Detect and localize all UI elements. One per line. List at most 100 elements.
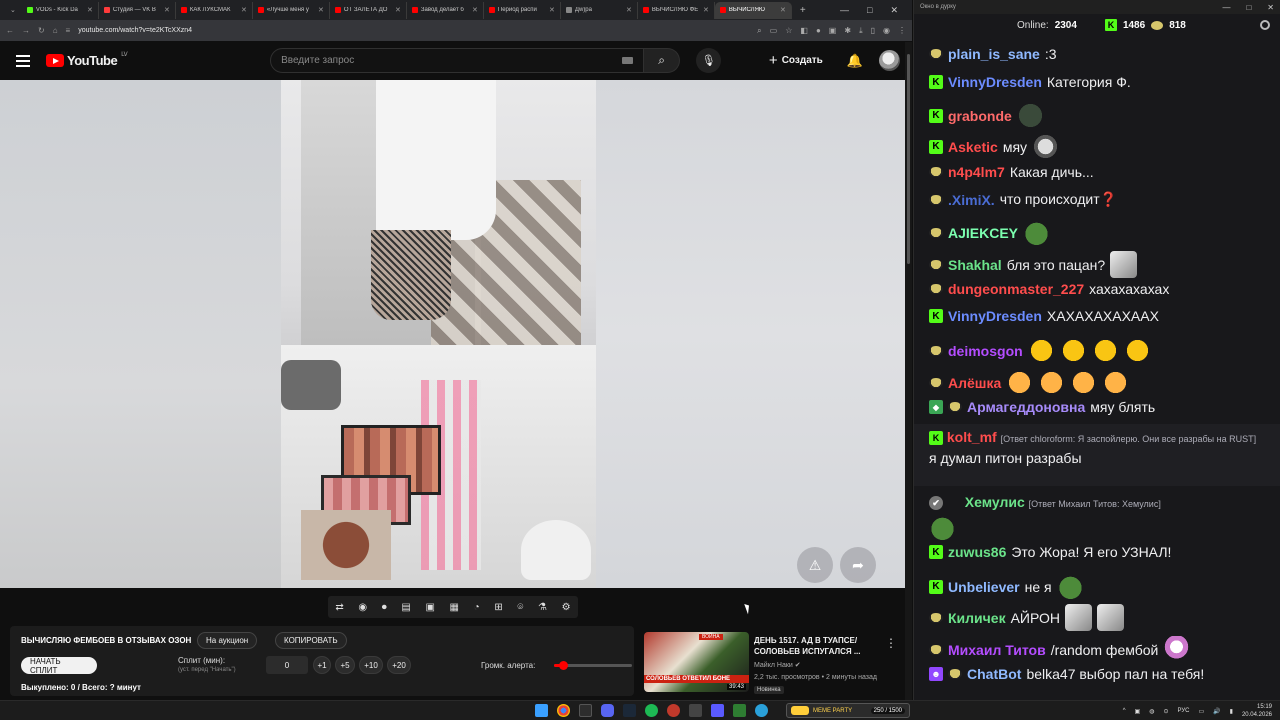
split-minutes-input[interactable]: 0 [266, 656, 308, 674]
chat-message[interactable]: Kgrabonde [929, 102, 1044, 129]
discord-icon[interactable] [601, 704, 614, 717]
browser-tab[interactable]: КАК ЛУКСМАК ✕ [176, 1, 253, 19]
add-20-button[interactable]: +20 [387, 656, 411, 674]
site-info-icon[interactable]: ≡ [66, 26, 71, 35]
chat-close-icon[interactable]: ✕ [1267, 3, 1274, 12]
recommended-video[interactable]: ВОЙНА СОЛОВЬЕВ ОТВЕТИЛ БОНЕ 39:43 ДЕНЬ 1… [644, 632, 912, 696]
share-button[interactable]: ➦ [840, 547, 876, 583]
puzzle-icon[interactable]: ✱ [844, 26, 851, 36]
chat-username[interactable]: .XimiX. [948, 192, 995, 208]
profile-icon[interactable]: ◉ [883, 26, 890, 36]
browser-tab[interactable]: Завод делает б ✕ [407, 1, 484, 19]
tab-close-icon[interactable]: ✕ [241, 6, 247, 14]
video-player[interactable]: ⚠ ➦ [0, 80, 905, 588]
chat-maximize-icon[interactable]: □ [1246, 3, 1251, 12]
extension-icon-2[interactable]: ● [816, 26, 821, 36]
chat-message[interactable]: Киличек АЙРОН [929, 604, 1125, 631]
chat-message[interactable]: K VinnyDresden ХАХАХАХАХААХ [929, 308, 1159, 324]
browser-tab[interactable]: «Лучше меня у ✕ [253, 1, 330, 19]
tab-close-icon[interactable]: ✕ [703, 6, 709, 14]
browser-tab[interactable]: ОТ ЗАЛЕТА ДО ✕ [330, 1, 407, 19]
volume-knob[interactable] [559, 661, 569, 670]
chat-username[interactable]: grabonde [948, 108, 1012, 124]
add-10-button[interactable]: +10 [359, 656, 383, 674]
chat-username[interactable]: deimosgon [948, 343, 1023, 359]
url-field[interactable]: youtube.com/watch?v=te2KTcXXzn4 [78, 27, 749, 34]
chat-username[interactable]: Алёшка [948, 375, 1001, 391]
browser-tab[interactable]: Студия — VK B ✕ [99, 1, 176, 19]
tab-close-icon[interactable]: ✕ [626, 6, 632, 14]
chat-settings-gear-icon[interactable] [1260, 20, 1270, 30]
chat-username[interactable]: kolt_mf [947, 429, 997, 445]
pip-icon[interactable]: ▣ [425, 602, 434, 613]
video-thumbnail[interactable]: ВОЙНА СОЛОВЬЕВ ОТВЕТИЛ БОНЕ 39:43 [644, 632, 749, 692]
video-title[interactable]: ДЕНЬ 1517. АД В ТУАПСЕ/ СОЛОВЬЕВ ИСПУГАЛ… [754, 635, 880, 657]
back-icon[interactable]: ← [6, 26, 14, 35]
input-language[interactable]: РУС [1177, 708, 1189, 714]
chat-username[interactable]: Хемулис [965, 494, 1025, 510]
chat-message[interactable]: Kzuwus86 Это Жора! Я его УЗНАЛ! [929, 544, 1171, 560]
add-5-button[interactable]: +5 [335, 656, 355, 674]
auction-button[interactable]: На аукцион [197, 632, 258, 649]
add-1-button[interactable]: +1 [313, 656, 331, 674]
menu-kebab-icon[interactable]: ⋮ [898, 26, 906, 36]
spotify-icon[interactable] [645, 704, 658, 717]
chat-minimize-icon[interactable]: — [1222, 3, 1230, 12]
chat-username[interactable]: AJIEKCEY [948, 225, 1018, 241]
tab-close-icon[interactable]: ✕ [780, 6, 786, 14]
audio-icon[interactable]: ◉ [358, 602, 367, 613]
copy-button[interactable]: КОПИРОВАТЬ [275, 632, 347, 649]
steam-icon[interactable] [623, 704, 636, 717]
reload-icon[interactable]: ↻ [38, 26, 45, 35]
app-icon-3[interactable] [711, 704, 724, 717]
forward-icon[interactable]: → [22, 26, 30, 35]
notifications-bell-icon[interactable]: 🔔 [847, 53, 863, 69]
chat-username[interactable]: VinnyDresden [948, 74, 1042, 90]
chat-message[interactable]: K Unbeliever не я [929, 573, 1084, 600]
chat-message[interactable]: plain_is_sane:3 [929, 46, 1057, 62]
close-icon[interactable]: ✕ [890, 5, 898, 16]
chat-message[interactable]: K Asketic мяу [929, 133, 1060, 160]
keyboard-icon[interactable] [622, 57, 634, 64]
chat-username[interactable]: dungeonmaster_227 [948, 281, 1084, 297]
battery-icon[interactable]: ▮ [1230, 708, 1233, 715]
scrollbar-thumb[interactable] [907, 54, 910, 264]
report-button[interactable]: ⚠ [797, 547, 833, 583]
extension-icon-3[interactable]: ▣ [829, 26, 837, 36]
youtube-logo[interactable]: YouTube LV [46, 52, 128, 68]
settings-gear-icon[interactable]: ⚙ [562, 602, 571, 613]
chat-username[interactable]: VinnyDresden [948, 308, 1042, 324]
chat-message[interactable]: K VinnyDresden Категория Ф. [929, 74, 1131, 90]
voice-search-button[interactable]: 🎙 [696, 48, 722, 73]
page-scrollbar[interactable] [905, 42, 912, 700]
telegram-icon[interactable] [755, 704, 768, 717]
speed-icon[interactable]: ◔ [474, 602, 480, 613]
browser-tab[interactable]: ВЫЧИСЛЯЮ ФЕ ✕ [638, 1, 715, 19]
chat-message[interactable]: Михаил Титов/random фембой [929, 636, 1191, 663]
more-options-icon[interactable]: ⋮ [885, 636, 897, 650]
loop-icon[interactable]: ⇄ [335, 602, 343, 613]
extension-icon[interactable]: ◧ [800, 26, 808, 36]
browser-tab[interactable]: ВЫЧИСЛЯЮ ✕ [714, 1, 792, 19]
chat-message[interactable]: deimosgon [929, 337, 1151, 364]
chat-message[interactable]: n4p4lm7 Какая дичь... [929, 164, 1094, 180]
create-button[interactable]: + Создать [759, 48, 833, 73]
search-button[interactable]: ⌕ [644, 48, 681, 73]
clock[interactable]: 15:19 20.04.2026 [1242, 703, 1272, 719]
download-icon[interactable]: ⤓ [859, 26, 863, 36]
flask-icon[interactable]: ⚗ [538, 602, 547, 613]
browser-tab[interactable]: Период распи ✕ [484, 1, 561, 19]
record-icon[interactable]: ⏺ [382, 602, 387, 613]
start-windows-icon[interactable] [535, 704, 548, 717]
chat-message[interactable]: ☻ ChatBot belka47 выбор пал на тебя! [929, 666, 1204, 682]
chat-message[interactable]: AJIEKCEY [929, 219, 1051, 246]
chat-message[interactable]: dungeonmaster_227 хахахахахах [929, 281, 1169, 297]
browser-tab[interactable]: VODs - Kick Da ✕ [22, 1, 99, 19]
cast-icon[interactable]: ▭ [770, 26, 778, 36]
browser-tab[interactable]: Дw)ра ✕ [561, 1, 638, 19]
volume-icon[interactable]: 🔊 [1213, 708, 1220, 715]
screenshot-frame-icon[interactable]: ⊞ [494, 602, 502, 613]
tray-app-icon[interactable]: ▣ [1135, 708, 1141, 715]
chat-username[interactable]: Михаил Титов [948, 642, 1046, 658]
subtitles-icon[interactable]: ▦ [450, 602, 459, 613]
